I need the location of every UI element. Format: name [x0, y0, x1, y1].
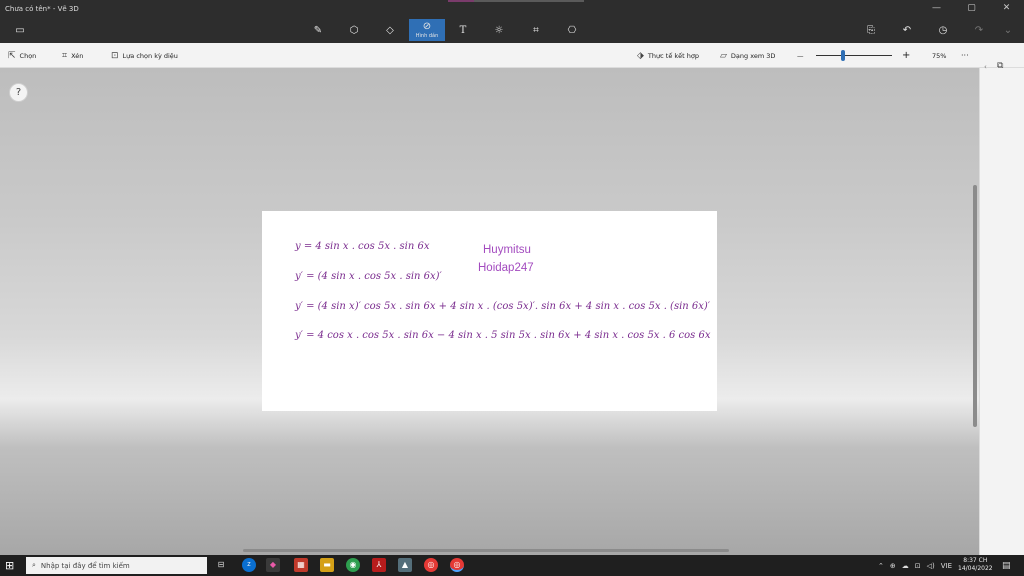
- chrome-active-icon[interactable]: ◎: [450, 558, 464, 572]
- main-toolbar: ▭ ✎ ⬡ ◇ ⊘ Hình dán T ☼ ⌗ ⎔ ⎘ ↶ ◷ ↷ ⌄: [0, 17, 1024, 43]
- sub-toolbar: ⇱ Chọn ⌗ Xén ⊡ Lựa chọn kỳ diệu ⬗ Thực t…: [0, 43, 1024, 68]
- crop-button[interactable]: ⌗ Xén: [62, 43, 83, 68]
- windows-start-icon[interactable]: ⊞: [5, 559, 14, 572]
- undo-icon[interactable]: ↶: [889, 19, 925, 41]
- window-controls: — ▢ ✕: [919, 0, 1024, 17]
- text-icon[interactable]: T: [445, 19, 481, 41]
- notification-icon[interactable]: ▤: [1002, 555, 1011, 576]
- title-accent: [448, 0, 474, 2]
- brush-icon[interactable]: ✎: [300, 19, 336, 41]
- clock-date: 14/04/2022: [958, 565, 993, 572]
- taskbar: ⊞ ⌕ Nhập tại đây để tìm kiếm ⊟ Z ◆ ▦ ▬ ◉…: [0, 555, 1024, 576]
- zoom-level-value: 75%: [932, 51, 947, 60]
- search-placeholder: Nhập tại đây để tìm kiếm: [40, 561, 130, 570]
- equation-line: y′ = (4 sin x . cos 5x . sin 6x)′: [295, 271, 442, 282]
- stickers-icon: ⊘: [422, 21, 432, 32]
- shapes-3d-icon[interactable]: ◇: [372, 19, 408, 41]
- pdf-reader-icon[interactable]: ⅄: [372, 558, 386, 572]
- chrome-icon[interactable]: ◎: [424, 558, 438, 572]
- app-red-icon[interactable]: ▦: [294, 558, 308, 572]
- taskbar-search-box[interactable]: ⌕ Nhập tại đây để tìm kiếm: [26, 557, 207, 574]
- shapes-2d-icon[interactable]: ⬡: [336, 19, 372, 41]
- crop-icon: ⌗: [62, 50, 68, 61]
- effects-icon[interactable]: ☼: [481, 19, 517, 41]
- tray-app-icon[interactable]: ⊕: [890, 562, 896, 570]
- stickers-button[interactable]: ⊘ Hình dán: [409, 19, 445, 41]
- clock-time: 8:37 CH: [963, 557, 988, 564]
- more-menu-icon[interactable]: ⌄: [990, 19, 1024, 41]
- language-indicator[interactable]: VIE: [941, 562, 952, 570]
- app-green-icon[interactable]: ◉: [346, 558, 360, 572]
- view-3d-icon: ▱: [720, 50, 727, 61]
- panel-collapse-icon[interactable]: ‹: [984, 63, 987, 71]
- library-3d-icon[interactable]: ⎔: [554, 19, 590, 41]
- paste-icon[interactable]: ⎘: [853, 19, 889, 41]
- crop-label: Xén: [71, 51, 84, 60]
- watermark-line1: Huymitsu: [483, 244, 531, 256]
- volume-icon[interactable]: ◁): [927, 562, 935, 570]
- tray-chevron-up-icon[interactable]: ⌃: [878, 562, 884, 570]
- vertical-scrollbar[interactable]: [973, 185, 977, 427]
- paint-3d-icon[interactable]: ◆: [266, 558, 280, 572]
- zoom-out-icon: —: [797, 51, 804, 60]
- help-icon: ?: [15, 87, 22, 98]
- app-gray-icon[interactable]: ▲: [398, 558, 412, 572]
- window-title: Chưa có tên* - Vẽ 3D: [5, 4, 79, 13]
- equation-line: y′ = (4 sin x)′ cos 5x . sin 6x + 4 sin …: [295, 301, 711, 312]
- mixed-reality-icon: ⬗: [637, 50, 644, 61]
- more-options-icon: ···: [961, 51, 969, 60]
- select-button[interactable]: ⇱ Chọn: [8, 43, 36, 68]
- close-button[interactable]: ✕: [989, 0, 1024, 17]
- select-label: Chọn: [19, 51, 37, 60]
- more-options-button[interactable]: ···: [961, 43, 969, 68]
- title-bar: Chưa có tên* - Vẽ 3D — ▢ ✕: [0, 0, 1024, 17]
- view-3d-label: Dạng xem 3D: [730, 51, 776, 60]
- mixed-reality-label: Thực tế kết hợp: [647, 51, 699, 60]
- magic-select-label: Lựa chọn kỳ diệu: [122, 51, 178, 60]
- side-panel: ‹ ⧉: [979, 61, 1024, 555]
- history-icon[interactable]: ◷: [925, 19, 961, 41]
- canvas-icon[interactable]: ⌗: [518, 19, 554, 41]
- search-icon: ⌕: [32, 561, 36, 569]
- equation-line: y = 4 sin x . cos 5x . sin 6x: [295, 241, 430, 252]
- magic-select-button[interactable]: ⊡ Lựa chọn kỳ diệu: [111, 43, 178, 68]
- panel-pages-icon[interactable]: ⧉: [997, 61, 1003, 71]
- horizontal-scrollbar[interactable]: [243, 549, 729, 552]
- document-page[interactable]: y = 4 sin x . cos 5x . sin 6x y′ = (4 si…: [262, 211, 717, 411]
- minimize-button[interactable]: —: [919, 0, 954, 17]
- stickers-label: Hình dán: [415, 33, 439, 39]
- cursor-icon: ⇱: [8, 50, 16, 61]
- zoom-in-button[interactable]: +: [902, 43, 910, 68]
- zoom-level[interactable]: 75%: [932, 43, 946, 68]
- zalo-icon[interactable]: Z: [242, 558, 256, 572]
- mixed-reality-button[interactable]: ⬗ Thực tế kết hợp: [637, 43, 699, 68]
- task-view-icon[interactable]: ⊟: [214, 558, 228, 572]
- help-button[interactable]: ?: [9, 83, 28, 102]
- zoom-in-icon: +: [902, 50, 911, 61]
- zoom-slider-track[interactable]: [816, 55, 892, 56]
- zoom-slider-thumb[interactable]: [841, 50, 846, 61]
- menu-icon[interactable]: ▭: [2, 19, 38, 41]
- view-3d-button[interactable]: ▱ Dạng xem 3D: [720, 43, 775, 68]
- watermark-line2: Hoidap247: [478, 262, 534, 274]
- network-icon[interactable]: ⊡: [915, 562, 921, 570]
- taskbar-clock[interactable]: 8:37 CH 14/04/2022: [958, 557, 993, 573]
- maximize-button[interactable]: ▢: [954, 0, 989, 17]
- magic-select-icon: ⊡: [111, 50, 119, 61]
- title-accent-2: [474, 0, 584, 2]
- zoom-out-button[interactable]: —: [797, 43, 804, 68]
- equation-line: y′ = 4 cos x . cos 5x . sin 6x − 4 sin x…: [295, 330, 711, 341]
- file-explorer-icon[interactable]: ▬: [320, 558, 334, 572]
- system-tray: ⌃ ⊕ ☁ ⊡ ◁) VIE: [878, 555, 952, 576]
- cloud-icon[interactable]: ☁: [902, 562, 909, 570]
